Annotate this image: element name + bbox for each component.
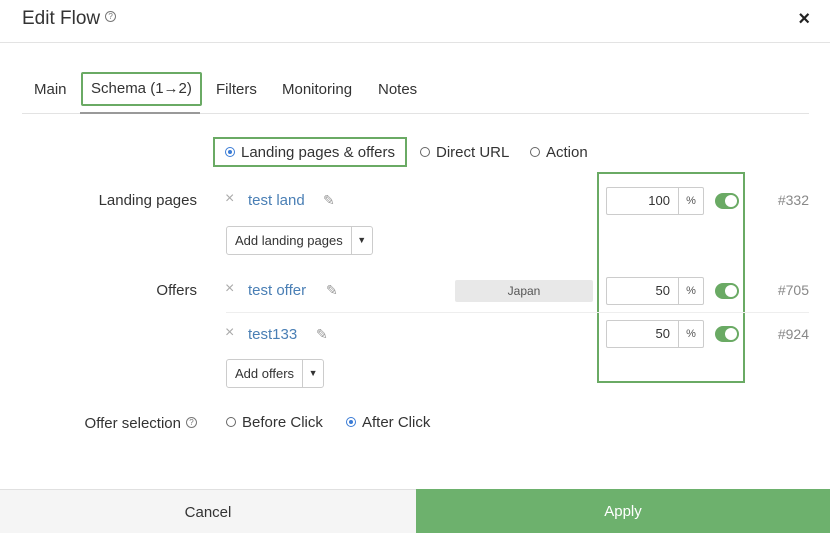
dialog-title: Edit Flow? [22, 8, 117, 30]
offer-selection-after-click[interactable]: After Click [346, 414, 430, 431]
radio-unchecked-icon[interactable] [226, 417, 236, 428]
tab-filters[interactable]: Filters [216, 72, 257, 106]
weight-value[interactable]: 100 [607, 188, 679, 214]
remove-landing-icon[interactable]: × [225, 190, 234, 208]
add-offers-label[interactable]: Add offers [227, 360, 304, 387]
mode-option-direct-url[interactable]: Direct URL [420, 144, 509, 161]
radio-checked-icon[interactable] [225, 147, 235, 158]
close-button[interactable]: × [798, 8, 810, 31]
edit-landing-icon[interactable]: ✎ [323, 192, 335, 209]
offer-link[interactable]: test133 [248, 326, 297, 343]
tab-schema[interactable]: Schema (1→2) [81, 72, 202, 106]
remove-offer-icon[interactable]: × [225, 280, 234, 298]
edit-offer-icon[interactable]: ✎ [316, 326, 328, 343]
chevron-down-icon[interactable]: ▼ [303, 360, 323, 387]
radio-unchecked-icon[interactable] [420, 147, 430, 158]
landing-page-link[interactable]: test land [248, 192, 305, 209]
dialog-title-text: Edit Flow [22, 8, 101, 29]
cancel-button[interactable]: Cancel [0, 489, 416, 533]
offer-selection-option-label: After Click [362, 414, 431, 431]
offer-id: #705 [777, 282, 809, 298]
offer-weight-input[interactable]: 50 % [606, 320, 704, 348]
weight-unit: % [686, 328, 696, 340]
add-landing-pages-button[interactable]: Add landing pages ▼ [226, 226, 373, 255]
apply-button[interactable]: Apply [416, 489, 830, 533]
add-landing-pages-label[interactable]: Add landing pages [227, 227, 352, 254]
dialog-header: Edit Flow? × [0, 0, 830, 43]
landing-weight-input[interactable]: 100 % [606, 187, 704, 215]
radio-checked-icon[interactable] [346, 417, 356, 428]
remove-offer-icon[interactable]: × [225, 324, 234, 342]
weight-value[interactable]: 50 [607, 321, 679, 347]
landing-enabled-toggle[interactable] [715, 193, 739, 209]
active-tab-underline [80, 112, 200, 114]
help-icon[interactable]: ? [186, 416, 197, 428]
tab-main[interactable]: Main [34, 72, 67, 106]
help-icon[interactable]: ? [105, 11, 117, 23]
add-offers-button[interactable]: Add offers ▼ [226, 359, 325, 388]
weight-unit: % [686, 285, 696, 297]
offer-row-divider [226, 312, 809, 313]
offers-label: Offers [156, 282, 197, 299]
tab-bar: Main Schema (1→2) Filters Monitoring Not… [22, 72, 809, 114]
weight-value[interactable]: 50 [607, 278, 679, 304]
offer-id: #924 [777, 326, 809, 342]
offer-enabled-toggle[interactable] [715, 283, 739, 299]
offer-selection-text: Offer selection [84, 415, 181, 432]
mode-option-label: Direct URL [436, 144, 510, 161]
country-badge: Japan [455, 280, 593, 302]
tab-monitoring[interactable]: Monitoring [282, 72, 352, 106]
offer-selection-option-label: Before Click [242, 414, 323, 431]
offer-link[interactable]: test offer [248, 282, 306, 299]
weight-unit: % [686, 195, 696, 207]
chevron-down-icon[interactable]: ▼ [352, 227, 372, 254]
mode-option-label: Action [546, 144, 588, 161]
edit-offer-icon[interactable]: ✎ [326, 282, 338, 299]
offer-weight-input[interactable]: 50 % [606, 277, 704, 305]
mode-option-landing-offers[interactable]: Landing pages & offers [225, 144, 395, 161]
tab-notes[interactable]: Notes [378, 72, 417, 106]
mode-option-action[interactable]: Action [530, 144, 588, 161]
offer-enabled-toggle[interactable] [715, 326, 739, 342]
landing-pages-label: Landing pages [98, 192, 197, 209]
offer-selection-before-click[interactable]: Before Click [226, 414, 323, 431]
landing-id: #332 [777, 192, 809, 208]
offer-selection-label: Offer selection? [7, 415, 197, 432]
mode-option-label: Landing pages & offers [241, 144, 396, 161]
radio-unchecked-icon[interactable] [530, 147, 540, 158]
